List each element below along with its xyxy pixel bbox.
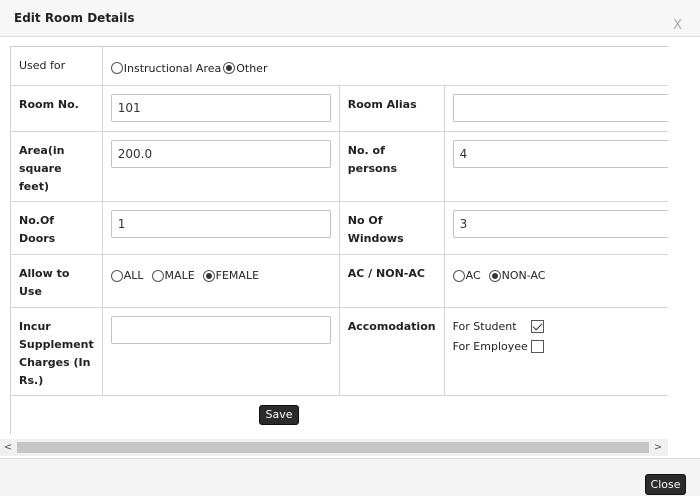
radio-instructional-label: Instructional Area — [123, 61, 222, 75]
doors-cell — [102, 201, 340, 255]
dialog-footer: Close — [0, 458, 700, 496]
for-student-row: For Student — [453, 317, 668, 337]
row-area: Area(in square feet) No. of persons — [11, 131, 668, 202]
area-cell — [102, 131, 340, 202]
room-alias-input[interactable] — [452, 93, 668, 122]
accomodation-cell: For Student For Employee — [444, 307, 668, 396]
row-allow-to-use: Allow to Use ALL MALE FEMALE AC / NON-AC… — [11, 254, 668, 308]
row-room-no: Room No. Room Alias — [11, 85, 668, 132]
radio-male-label: MALE — [164, 269, 195, 282]
ac-option[interactable]: AC — [452, 269, 481, 282]
for-employee-label: For Employee — [452, 340, 528, 353]
ac-radio-group: AC NON-AC — [452, 267, 668, 285]
windows-cell — [444, 201, 668, 255]
radio-other-label: Other — [236, 61, 268, 75]
supplement-label: Incur Supplement Charges (In Rs.) — [11, 307, 103, 396]
dialog-title: Edit Room Details — [14, 11, 135, 25]
used-for-instructional-option[interactable]: Instructional Area — [110, 61, 222, 75]
scroll-left-icon[interactable]: < — [1, 440, 15, 455]
accomodation-label: Accomodation — [339, 307, 445, 396]
persons-label: No. of persons — [339, 131, 445, 202]
room-alias-label: Room Alias — [339, 85, 445, 132]
used-for-cell: Instructional Area Other — [102, 47, 668, 86]
radio-all[interactable] — [110, 269, 123, 282]
close-button[interactable]: Close — [645, 474, 686, 495]
radio-all-label: ALL — [123, 269, 144, 282]
scrollbar-thumb[interactable] — [17, 442, 649, 453]
scroll-right-icon[interactable]: > — [651, 440, 665, 455]
allow-to-use-cell: ALL MALE FEMALE — [102, 254, 340, 308]
for-student-checkbox[interactable] — [530, 320, 544, 333]
for-employee-row: For Employee — [453, 337, 668, 357]
radio-ac-label: AC — [465, 269, 481, 282]
room-details-table: Used for Instructional Area Other Room N… — [11, 47, 668, 396]
row-supplement: Incur Supplement Charges (In Rs.) Accomo… — [11, 307, 668, 396]
persons-input[interactable] — [452, 139, 668, 168]
row-doors: No.Of Doors No Of Windows — [11, 201, 668, 255]
ac-cell: AC NON-AC — [444, 254, 668, 308]
save-button[interactable]: Save — [259, 405, 299, 425]
room-alias-cell — [444, 85, 668, 132]
radio-non-ac[interactable] — [488, 269, 501, 282]
radio-female[interactable] — [202, 269, 215, 282]
persons-cell — [444, 131, 668, 202]
form-container: Used for Instructional Area Other Room N… — [10, 46, 668, 434]
area-label: Area(in square feet) — [11, 131, 103, 202]
radio-instructional[interactable] — [110, 62, 123, 74]
used-for-radio-group: Instructional Area Other — [110, 59, 668, 77]
used-for-other-option[interactable]: Other — [223, 62, 267, 75]
allow-female-option[interactable]: FEMALE — [202, 269, 260, 282]
radio-non-ac-label: NON-AC — [501, 269, 546, 282]
ac-label: AC / NON-AC — [339, 254, 445, 308]
windows-input[interactable] — [452, 209, 668, 238]
allow-to-use-radio-group: ALL MALE FEMALE — [110, 267, 331, 285]
for-employee-checkbox[interactable] — [530, 340, 544, 353]
doors-label: No.Of Doors — [11, 201, 103, 255]
allow-to-use-label: Allow to Use — [11, 254, 103, 308]
room-no-input[interactable] — [110, 93, 331, 122]
supplement-cell — [102, 307, 340, 396]
area-input[interactable] — [110, 139, 331, 168]
radio-other[interactable] — [223, 62, 236, 74]
radio-male[interactable] — [151, 269, 164, 282]
radio-female-label: FEMALE — [215, 269, 260, 282]
allow-all-option[interactable]: ALL — [110, 269, 144, 282]
dialog-header: Edit Room Details X — [0, 0, 700, 37]
windows-label: No Of Windows — [339, 201, 445, 255]
supplement-input[interactable] — [110, 315, 331, 344]
allow-male-option[interactable]: MALE — [151, 269, 195, 282]
radio-ac[interactable] — [452, 269, 465, 282]
row-used-for: Used for Instructional Area Other — [11, 47, 668, 86]
used-for-label: Used for — [11, 47, 103, 86]
close-icon[interactable]: X — [673, 18, 682, 33]
for-student-label: For Student — [452, 320, 517, 333]
room-no-label: Room No. — [11, 85, 103, 132]
room-no-cell — [102, 85, 340, 132]
doors-input[interactable] — [110, 209, 331, 238]
horizontal-scrollbar[interactable]: < > — [0, 439, 668, 456]
non-ac-option[interactable]: NON-AC — [488, 269, 546, 282]
